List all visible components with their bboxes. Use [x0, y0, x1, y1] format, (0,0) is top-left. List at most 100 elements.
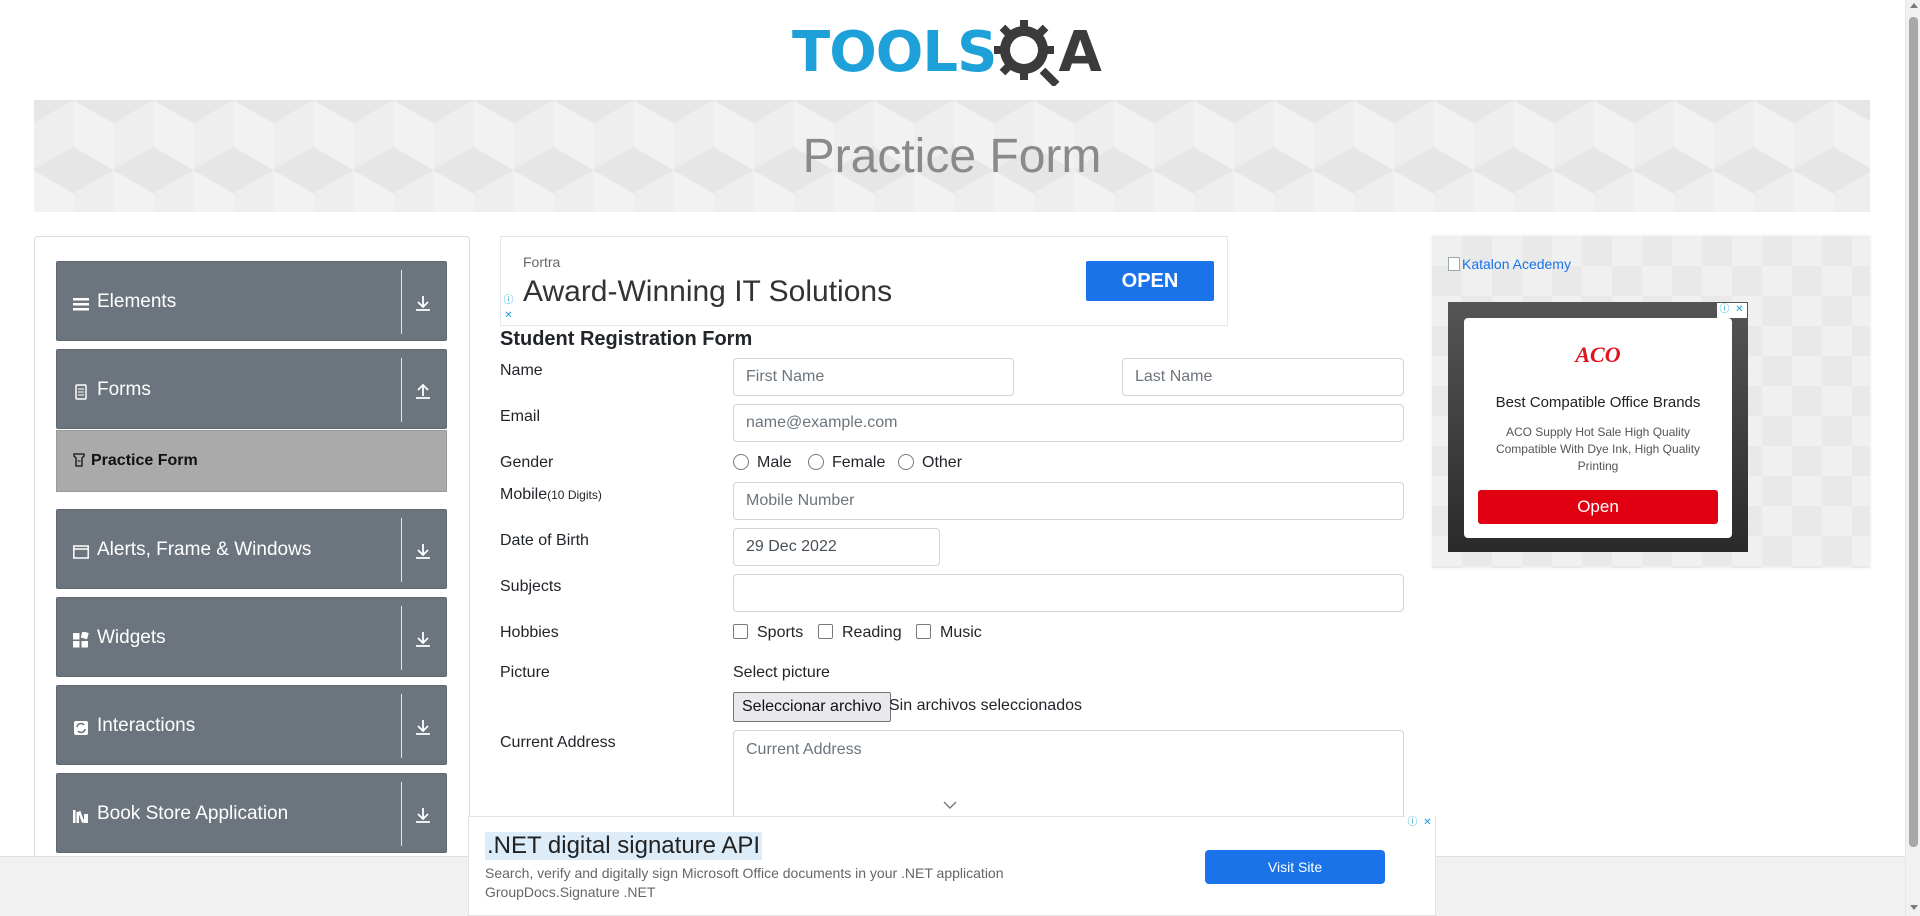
sidebar-group-elements[interactable]: Elements	[56, 261, 447, 341]
gender-option-label[interactable]: Male	[757, 454, 792, 472]
mobile-input[interactable]: Mobile Number	[733, 482, 1404, 520]
name-label: Name	[500, 362, 543, 379]
gender-label: Gender	[500, 454, 554, 471]
adchoices-info-icon[interactable]: ⓘ	[1405, 816, 1420, 831]
widgets-grid-icon	[73, 632, 89, 648]
divider	[401, 270, 402, 334]
hobby-option-label[interactable]: Music	[940, 624, 982, 642]
interactions-icon	[74, 721, 88, 735]
logo-text-tools: TOOLS	[792, 20, 997, 85]
choose-file-button[interactable]: Seleccionar archivo	[733, 692, 891, 722]
chevron-down-icon[interactable]	[943, 800, 957, 810]
scroll-up-arrow-icon[interactable]	[1910, 3, 1918, 8]
page-title: Practice Form	[802, 129, 1102, 183]
gender-option-label[interactable]: Female	[832, 454, 885, 472]
upload-arrow-icon[interactable]	[414, 382, 432, 400]
books-icon	[73, 810, 88, 823]
bottom-ad-source: GroupDocs.Signature .NET	[485, 884, 656, 900]
gender-option-label[interactable]: Other	[922, 454, 962, 472]
file-status-text: Sin archivos seleccionados	[889, 697, 1082, 714]
bottom-ad-title[interactable]: .NET digital signature API	[485, 832, 763, 860]
divider	[401, 358, 402, 422]
hobby-checkbox-music[interactable]	[916, 624, 931, 639]
ad-brand: Fortra	[523, 254, 561, 270]
hamburger-icon	[73, 298, 89, 311]
mobile-label-text: Mobile	[500, 486, 548, 503]
sidebar-group-alerts-frame-windows[interactable]: Alerts, Frame & Windows	[56, 509, 447, 589]
download-arrow-icon[interactable]	[414, 294, 432, 312]
window-icon	[73, 545, 89, 559]
form-title: Student Registration Form	[500, 328, 753, 350]
aco-open-button[interactable]: Open	[1478, 490, 1718, 524]
ad-close-icon[interactable]: ✕	[1420, 816, 1435, 831]
sidebar-group-label: Widgets	[97, 627, 166, 648]
hobby-option-label[interactable]: Sports	[757, 624, 803, 642]
scrollbar-thumb[interactable]	[1909, 17, 1918, 847]
subjects-input[interactable]	[733, 574, 1404, 612]
sidebar-group-label: Elements	[97, 291, 177, 312]
download-arrow-icon[interactable]	[414, 630, 432, 648]
email-label: Email	[500, 408, 541, 425]
picture-label: Picture	[500, 664, 550, 681]
sidebar-item-practice-form[interactable]: Practice Form	[56, 430, 447, 492]
katalon-link-text[interactable]: Katalon Acedemy	[1462, 256, 1571, 272]
aco-logo: ACO	[1575, 342, 1621, 367]
logo-text-a: A	[1058, 20, 1102, 85]
dob-label: Date of Birth	[500, 532, 589, 549]
top-ad-banner[interactable]: Fortra Award-Winning IT Solutions OPEN ⓘ…	[500, 236, 1228, 326]
broken-image-icon	[1448, 257, 1460, 271]
hobby-checkbox-sports[interactable]	[733, 624, 748, 639]
gender-radio-other[interactable]	[898, 454, 914, 470]
divider	[401, 694, 402, 758]
ad-close-icon[interactable]: ✕	[1732, 303, 1747, 318]
scroll-down-arrow-icon[interactable]	[1910, 905, 1918, 910]
aco-ad-title[interactable]: Best Compatible Office Brands	[1464, 394, 1732, 411]
hobby-option-label[interactable]: Reading	[842, 624, 902, 642]
sidebar-group-widgets[interactable]: Widgets	[56, 597, 447, 677]
sidebar-group-label: Alerts, Frame & Windows	[97, 539, 312, 560]
sidebar-group-interactions[interactable]: Interactions	[56, 685, 447, 765]
download-arrow-icon[interactable]	[414, 718, 432, 736]
hobbies-label: Hobbies	[500, 624, 559, 641]
page-banner: Practice Form	[34, 100, 1870, 212]
vertical-scrollbar[interactable]	[1905, 0, 1920, 916]
adchoices-info-icon[interactable]: ⓘ	[501, 294, 516, 309]
hobby-checkbox-reading[interactable]	[818, 624, 833, 639]
visit-site-button[interactable]: Visit Site	[1205, 850, 1385, 884]
toolsqa-logo[interactable]: TOOLS A	[792, 14, 1116, 92]
sidebar-item-label: Practice Form	[91, 452, 198, 469]
last-name-input[interactable]: Last Name	[1122, 358, 1404, 396]
gender-radio-male[interactable]	[733, 454, 749, 470]
bottom-ad-banner[interactable]: .NET digital signature API Search, verif…	[468, 816, 1436, 916]
first-name-input[interactable]: First Name	[733, 358, 1014, 396]
aco-ad-text: ACO Supply Hot Sale High Quality Compati…	[1495, 425, 1701, 473]
current-address-label: Current Address	[500, 734, 616, 751]
sidebar-group-forms[interactable]: Forms	[56, 349, 447, 429]
ad-close-icon[interactable]: ✕	[501, 309, 516, 324]
ad-open-button[interactable]: OPEN	[1086, 261, 1214, 301]
adchoices-info-icon[interactable]: ⓘ	[1717, 303, 1732, 318]
divider	[401, 606, 402, 670]
select-picture-label: Select picture	[733, 664, 830, 681]
sidebar-group-label: Forms	[97, 379, 151, 400]
mobile-hint: (10 Digits)	[547, 488, 602, 502]
sidebar-group-label: Interactions	[97, 715, 196, 736]
gear-magnifier-icon	[994, 20, 1060, 86]
divider	[401, 518, 402, 582]
form-icon	[73, 453, 85, 467]
sidebar-group-book-store[interactable]: Book Store Application	[56, 773, 447, 853]
subjects-label: Subjects	[500, 578, 562, 595]
gender-radio-female[interactable]	[808, 454, 824, 470]
download-arrow-icon[interactable]	[414, 806, 432, 824]
sidebar: Elements Forms Practice Form Alerts, Fra…	[34, 236, 470, 916]
aco-ad-card[interactable]: ACO Best Compatible Office Brands ACO Su…	[1464, 318, 1732, 538]
ad-headline[interactable]: Award-Winning IT Solutions	[523, 275, 892, 309]
document-icon	[75, 384, 87, 400]
katalon-academy-link[interactable]: Katalon Acedemy	[1448, 256, 1571, 272]
email-input[interactable]: name@example.com	[733, 404, 1404, 442]
download-arrow-icon[interactable]	[414, 542, 432, 560]
date-of-birth-input[interactable]: 29 Dec 2022	[733, 528, 940, 566]
mobile-label: Mobile(10 Digits)	[500, 486, 602, 504]
bottom-ad-description: Search, verify and digitally sign Micros…	[485, 865, 1004, 881]
divider	[401, 782, 402, 846]
